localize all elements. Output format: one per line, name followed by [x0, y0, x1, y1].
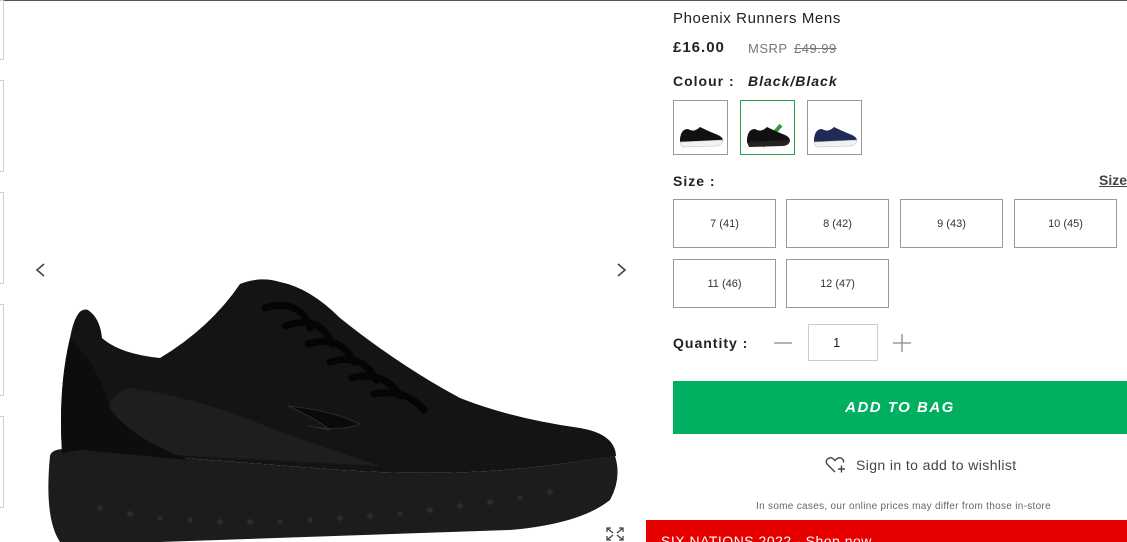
size-label: Size : [673, 173, 716, 189]
promo-banner[interactable]: SIX NATIONS 2022 - Shop now [646, 520, 1127, 542]
msrp-label: MSRP [748, 41, 788, 56]
thumbnail-5[interactable] [0, 416, 4, 508]
add-to-bag-button[interactable]: ADD TO BAG [673, 381, 1127, 434]
colour-swatch-navy[interactable] [807, 100, 862, 155]
expand-icon[interactable] [605, 526, 625, 542]
thumbnail-1[interactable] [0, 0, 4, 60]
colour-swatch-black-white[interactable] [673, 100, 728, 155]
swatch-image [679, 127, 724, 148]
thumbnail-2[interactable] [0, 80, 4, 172]
msrp-price: £49.99 [794, 41, 837, 56]
size-option[interactable]: 10 (45) [1014, 199, 1117, 248]
size-option[interactable]: 9 (43) [900, 199, 1003, 248]
top-border [0, 0, 1127, 1]
product-image[interactable] [40, 278, 620, 542]
chevron-right-icon [617, 263, 627, 277]
wishlist-label: Sign in to add to wishlist [856, 457, 1017, 473]
chevron-left-icon [35, 263, 45, 277]
quantity-input[interactable] [808, 324, 878, 361]
size-option[interactable]: 12 (47) [786, 259, 889, 308]
product-price: £16.00 [673, 39, 725, 56]
thumbnail-3[interactable] [0, 192, 4, 284]
swatch-image [747, 127, 790, 147]
product-title: Phoenix Runners Mens [673, 10, 841, 27]
size-guide-link[interactable]: Size [1099, 172, 1127, 188]
promo-text: SIX NATIONS 2022 - Shop now [661, 533, 872, 542]
selected-colour: Black/Black [748, 73, 838, 89]
swatch-image [813, 127, 858, 148]
size-option[interactable]: 8 (42) [786, 199, 889, 248]
colour-swatch-black-black[interactable] [740, 100, 795, 155]
heart-plus-icon [825, 457, 845, 473]
minus-icon[interactable] [773, 333, 793, 353]
wishlist-link[interactable]: Sign in to add to wishlist [825, 456, 1017, 474]
plus-icon[interactable] [892, 333, 912, 353]
size-option[interactable]: 11 (46) [673, 259, 776, 308]
quantity-label: Quantity : [673, 335, 749, 351]
price-disclaimer: In some cases, our online prices may dif… [756, 501, 1051, 512]
colour-label: Colour : [673, 73, 735, 89]
thumbnail-4[interactable] [0, 304, 4, 396]
size-option[interactable]: 7 (41) [673, 199, 776, 248]
